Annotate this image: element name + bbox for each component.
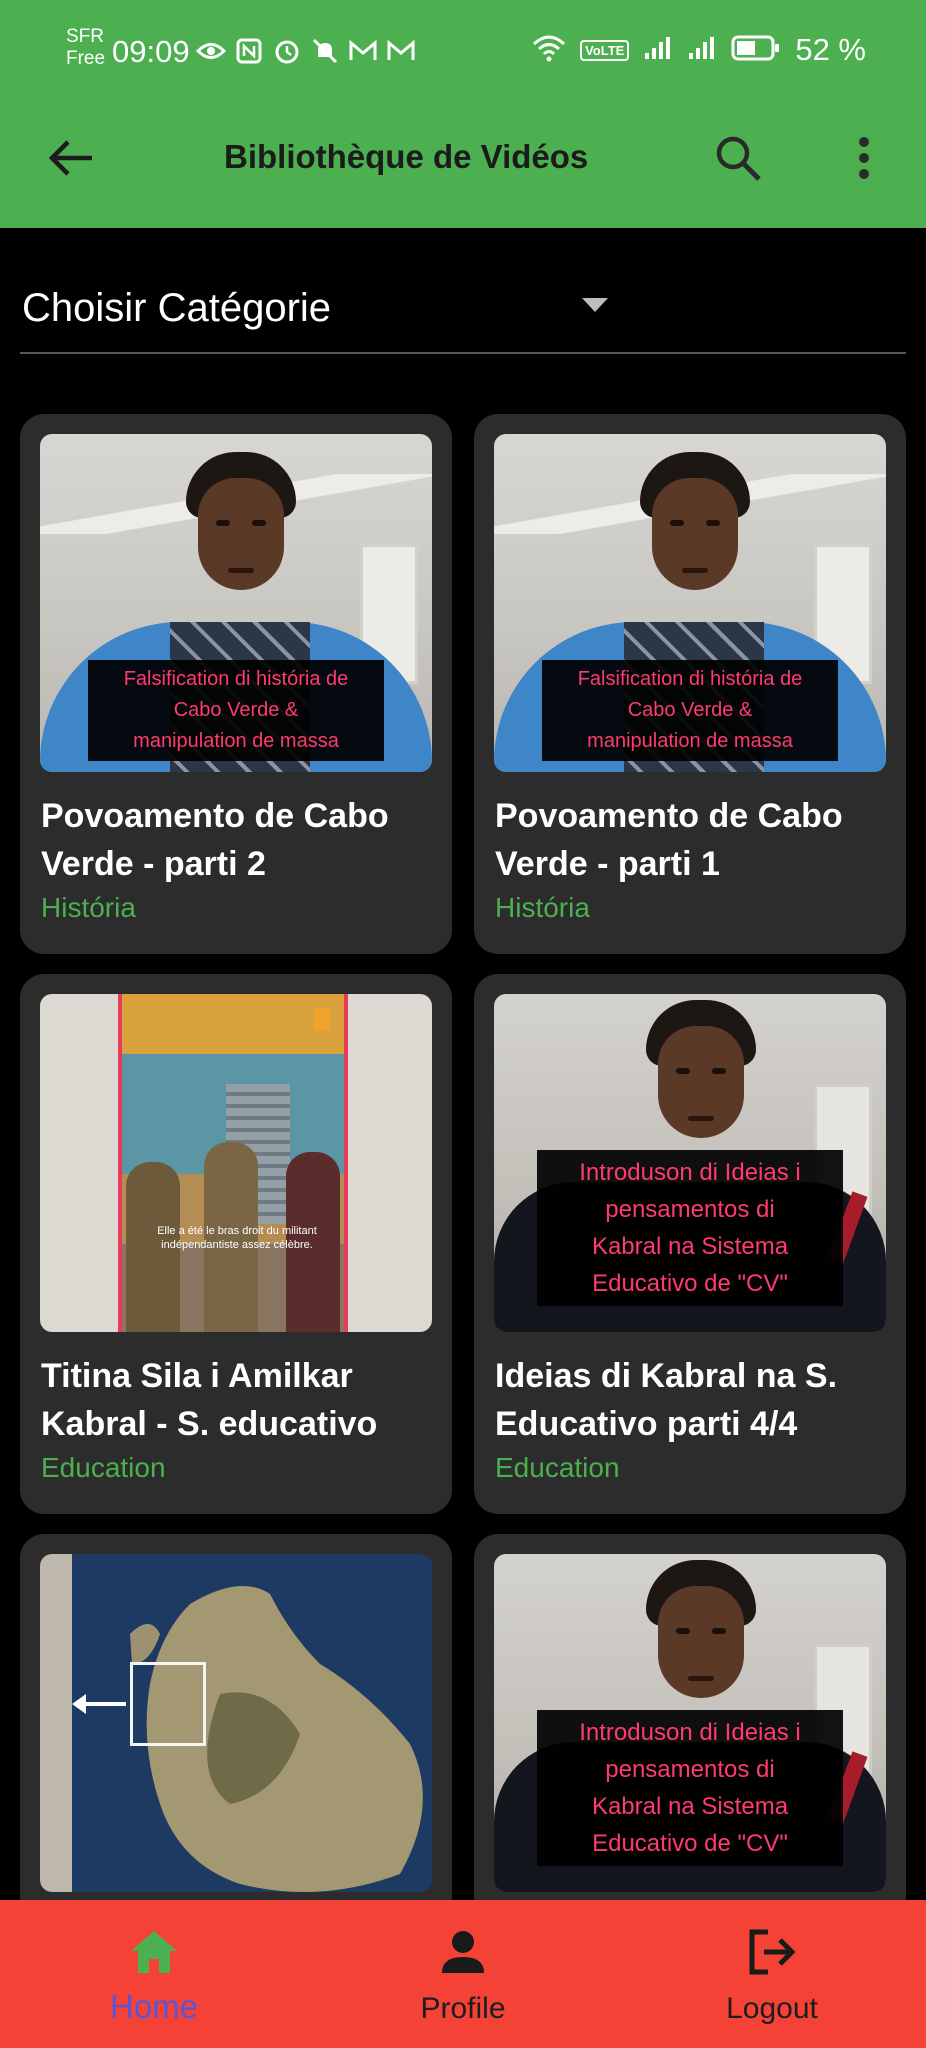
caption-line: Falsification di história de [123,668,349,690]
person-icon [435,1924,491,1980]
channel-logo-icon [314,1008,330,1030]
gmail-icon [348,36,378,66]
video-card[interactable]: Elle a été le bras droit du militant ind… [20,974,452,1514]
back-arrow-icon [48,140,92,176]
volte-badge: VoLTE [580,39,630,61]
caption-line: Falsification di história de [577,668,803,690]
caption-line: pensamentos di [605,1196,775,1223]
map-highlight-box [130,1662,206,1746]
video-card[interactable]: Falsification di história de Cabo Verde … [20,414,452,954]
clock: 09:09 [112,34,190,69]
video-title: Ideias di Kabral na S. Educativo parti 4… [495,1357,838,1443]
video-category: História [41,892,136,923]
thumbnail-caption: Falsification di história de Cabo Verde … [542,660,838,761]
thumbnail-caption: Elle a été le bras droit du militant ind… [126,1224,344,1252]
carrier-label: SFR Free [66,26,105,70]
logout-icon [744,1924,800,1980]
nav-logout[interactable]: Logout [672,1900,872,2048]
nav-profile[interactable]: Profile [363,1900,563,2048]
page-title: Bibliothèque de Vidéos [224,138,589,175]
thumbnail-caption: Introduson di Ideias i pensamentos di Ka… [537,1710,843,1866]
caption-line: indépendantiste assez célèbre. [161,1239,313,1251]
alarm-icon [272,36,302,66]
caption-line: manipulation de massa [587,730,793,752]
video-category: História [495,892,590,923]
category-dropdown[interactable]: Choisir Catégorie [20,270,906,354]
caption-line: pensamentos di [605,1756,775,1783]
search-icon [716,136,761,181]
bell-off-icon [310,36,340,66]
nav-home[interactable]: Home [54,1900,254,2048]
caption-line: manipulation de massa [133,730,339,752]
video-card[interactable]: Introduson di Ideias i pensamentos di Ka… [474,974,906,1514]
caption-line: Educativo de "CV" [592,1830,788,1857]
app-header: SFR Free 09:09 VoLTE 52 % Bibliothèque d… [0,0,926,228]
notification-icons [196,36,416,66]
video-card[interactable]: Falsification di história de Cabo Verde … [474,414,906,954]
arrow-left-icon [72,1694,126,1714]
video-category: Education [495,1452,620,1483]
bottom-navigation: Home Profile Logout [0,1900,926,2048]
thumbnail-caption: Falsification di história de Cabo Verde … [88,660,384,761]
video-thumbnail[interactable] [40,1554,432,1892]
more-vert-icon [859,137,869,179]
battery-percentage: 52 % [795,32,866,67]
category-dropdown-label: Choisir Catégorie [22,286,332,330]
caption-line: Introduson di Ideias i [579,1719,801,1746]
signal-icon [643,35,673,66]
video-title: Povoamento de Cabo Verde - parti 1 [495,797,843,883]
video-thumbnail[interactable]: Falsification di história de Cabo Verde … [40,434,432,772]
home-icon [126,1924,182,1980]
carrier-line1: SFR [66,26,104,47]
eye-icon [196,36,226,66]
video-thumbnail[interactable]: Introduson di Ideias i pensamentos di Ka… [494,1554,886,1892]
video-title: Povoamento de Cabo Verde - parti 2 [41,797,389,883]
nav-profile-label: Profile [420,1992,506,2025]
nfc-icon [234,36,264,66]
caption-line: Kabral na Sistema [591,1793,789,1820]
system-indicators: VoLTE 52 % [532,32,866,68]
caption-line: Introduson di Ideias i [579,1159,801,1186]
nav-logout-label: Logout [726,1992,818,2025]
status-bar: SFR Free 09:09 VoLTE 52 % [0,0,926,100]
caption-line: Educativo de "CV" [592,1270,788,1297]
video-thumbnail[interactable]: Introduson di Ideias i pensamentos di Ka… [494,994,886,1332]
more-options-button[interactable] [842,128,886,188]
thumbnail-caption: Introduson di Ideias i pensamentos di Ka… [537,1150,843,1306]
signal-icon [687,35,717,66]
video-category: Education [41,1452,166,1483]
video-thumbnail[interactable]: Elle a été le bras droit du militant ind… [40,994,432,1332]
nav-home-label: Home [109,1988,199,2025]
caption-line: Elle a été le bras droit du militant [157,1225,317,1237]
caption-line: Kabral na Sistema [591,1233,789,1260]
carrier-line2: Free [66,48,106,69]
back-button[interactable] [44,130,100,186]
battery-icon [731,34,781,67]
search-button[interactable] [708,128,768,188]
gmail-icon [386,36,416,66]
chevron-down-icon [582,298,608,312]
wifi-icon [532,34,566,67]
caption-line: Cabo Verde & [173,699,299,721]
caption-line: Cabo Verde & [627,699,753,721]
video-thumbnail[interactable]: Falsification di história de Cabo Verde … [494,434,886,772]
video-title: Titina Sila i Amilkar Kabral - S. educat… [41,1357,378,1443]
